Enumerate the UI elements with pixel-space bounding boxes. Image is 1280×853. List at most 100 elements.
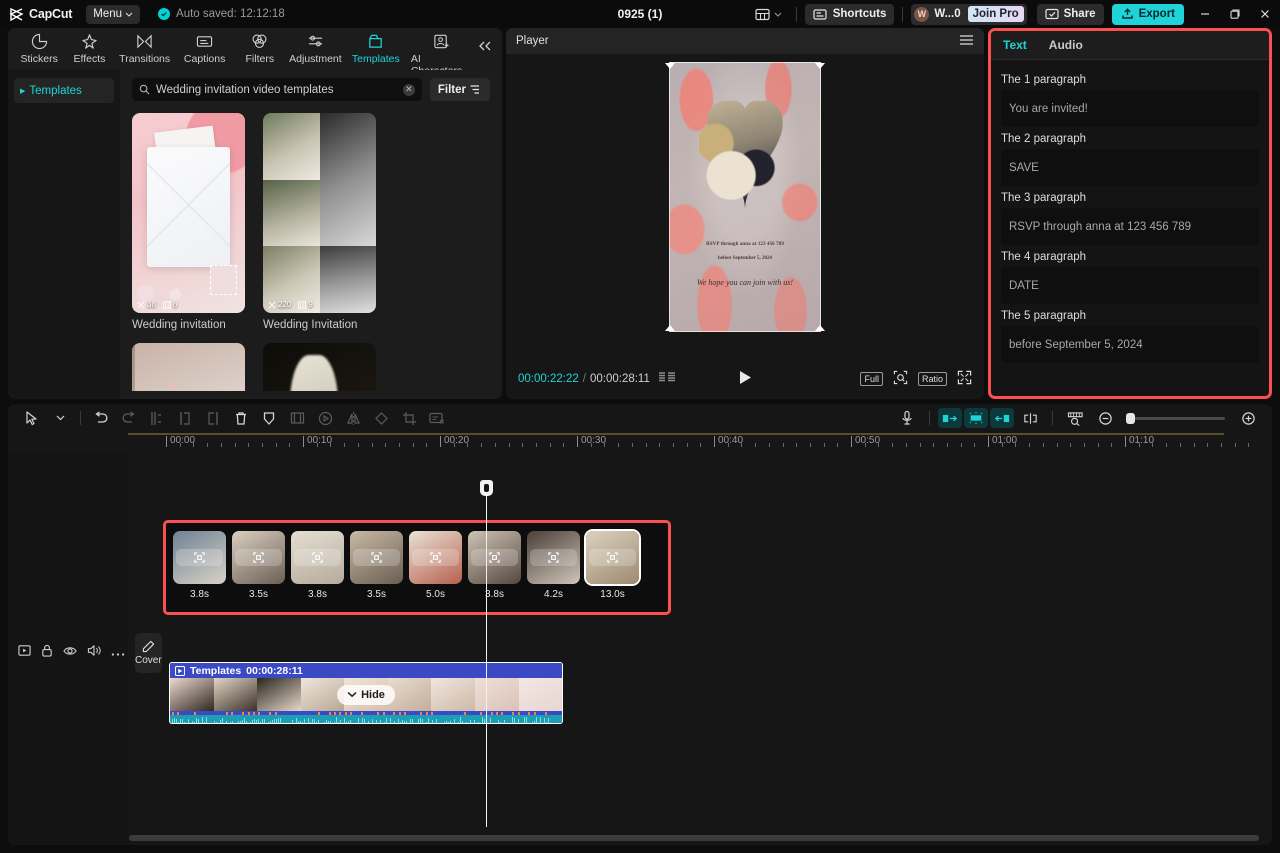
shortcuts-button[interactable]: Shortcuts (805, 4, 895, 25)
close-button[interactable] (1250, 0, 1280, 28)
playhead[interactable] (486, 482, 487, 827)
crop-frame-button[interactable] (283, 404, 311, 432)
maximize-button[interactable] (1220, 0, 1250, 28)
link-clips-button[interactable] (1016, 404, 1044, 432)
clip-thumbnail[interactable] (350, 531, 403, 584)
video-preview[interactable]: RSVP through anna at 123 456 789 before … (669, 62, 821, 332)
nav-tab-stickers[interactable]: Stickers (14, 28, 64, 65)
clip-thumbnail[interactable] (586, 531, 639, 584)
freeze-frame-button[interactable] (255, 404, 283, 432)
share-button[interactable]: Share (1037, 4, 1104, 25)
replace-clip-button[interactable] (412, 549, 459, 566)
collapse-panel-button[interactable] (478, 28, 502, 57)
cursor-options-button[interactable] (46, 404, 74, 432)
template-clip-group[interactable]: 3.8s3.5s3.8s3.5s5.0s3.8s4.2s13.0s (163, 520, 671, 615)
ratio-button[interactable]: Ratio (918, 372, 947, 386)
timeline-horizontal-scrollbar[interactable] (129, 835, 1259, 841)
filter-button[interactable]: Filter (430, 78, 490, 101)
timeline-clip[interactable]: 3.5s (232, 531, 285, 600)
audio-waveform-strip[interactable] (170, 715, 562, 724)
delete-button[interactable] (227, 404, 255, 432)
rotate-button[interactable] (367, 404, 395, 432)
zoom-in-button[interactable] (1234, 404, 1262, 432)
search-box[interactable]: ✕ (132, 78, 422, 101)
undo-button[interactable] (87, 404, 115, 432)
zoom-slider-handle[interactable] (1126, 413, 1135, 424)
crop-button[interactable] (395, 404, 423, 432)
timeline-zoom-fit-button[interactable] (1061, 404, 1089, 432)
template-card[interactable]: Wedding (263, 343, 376, 391)
timeline-ruler[interactable]: 00:0000:1000:2000:3000:4000:5001:0001:10 (128, 432, 1272, 452)
template-thumbnail[interactable]: Wedding (263, 343, 376, 391)
redo-button[interactable] (115, 404, 143, 432)
timeline-clip[interactable]: 3.5s (350, 531, 403, 600)
nav-tab-templates[interactable]: Templates (346, 28, 406, 65)
paragraph-input-5[interactable]: before September 5, 2024 (1001, 326, 1259, 363)
track-visibility-button[interactable] (63, 644, 77, 662)
template-thumbnail[interactable]: 220 9 (263, 113, 376, 313)
replace-clip-button[interactable] (176, 549, 223, 566)
sidebar-item-templates[interactable]: ▶ Templates (14, 78, 114, 103)
caption-remove-button[interactable] (423, 404, 451, 432)
nav-tab-effects[interactable]: Effects (64, 28, 114, 65)
speed-button[interactable] (311, 404, 339, 432)
track-lock-button[interactable] (41, 644, 53, 662)
template-thumbnail[interactable]: 38 8 (132, 113, 245, 313)
replace-clip-button[interactable] (471, 549, 518, 566)
paragraph-input-1[interactable]: You are invited! (1001, 90, 1259, 127)
export-button[interactable]: Export (1112, 4, 1184, 25)
template-card[interactable]: 38 8 Wedding invitation (132, 113, 245, 331)
timeline-clip[interactable]: 4.2s (527, 531, 580, 600)
clip-thumbnail[interactable] (173, 531, 226, 584)
hide-track-button[interactable]: Hide (337, 685, 395, 705)
replace-clip-button[interactable] (294, 549, 341, 566)
nav-tab-transitions[interactable]: Transitions (115, 28, 175, 65)
replace-clip-button[interactable] (353, 549, 400, 566)
clip-thumbnail[interactable] (468, 531, 521, 584)
auto-adjust-button[interactable] (964, 408, 988, 428)
timeline-clip[interactable]: 3.8s (173, 531, 226, 600)
paragraph-input-2[interactable]: SAVE (1001, 149, 1259, 186)
template-card[interactable] (132, 343, 245, 391)
full-quality-button[interactable]: Full (860, 372, 883, 386)
clear-search-icon[interactable]: ✕ (403, 84, 415, 96)
minimize-button[interactable] (1190, 0, 1220, 28)
search-input[interactable] (156, 84, 397, 96)
clip-thumbnail[interactable] (409, 531, 462, 584)
account-button[interactable]: W W...0 Join Pro (911, 4, 1026, 25)
template-thumbnail[interactable] (132, 343, 245, 391)
clip-thumbnail[interactable] (527, 531, 580, 584)
replace-clip-button[interactable] (589, 549, 636, 566)
timeline-clip[interactable]: 3.8s (468, 531, 521, 600)
replace-clip-button[interactable] (235, 549, 282, 566)
split-button[interactable] (143, 404, 171, 432)
menu-button[interactable]: Menu (86, 5, 140, 24)
trim-left-button[interactable] (171, 404, 199, 432)
nav-tab-captions[interactable]: Captions (175, 28, 235, 65)
auto-cut-out-button[interactable] (990, 408, 1014, 428)
tab-audio[interactable]: Audio (1049, 38, 1083, 52)
layout-switcher-button[interactable] (749, 8, 788, 21)
timecode-format-button[interactable] (658, 372, 676, 386)
join-pro-button[interactable]: Join Pro (968, 6, 1024, 22)
timeline-clip[interactable]: 13.0s (586, 531, 639, 600)
track-more-options-button[interactable] (111, 644, 125, 662)
templates-track[interactable]: Templates 00:00:28:11 Hide (169, 662, 563, 724)
replace-clip-button[interactable] (530, 549, 577, 566)
nav-tab-adjustment[interactable]: Adjustment (285, 28, 346, 65)
cover-button[interactable]: Cover (135, 633, 162, 673)
nav-tab-filters[interactable]: Filters (235, 28, 285, 65)
auto-cut-in-button[interactable] (938, 408, 962, 428)
clip-thumbnail[interactable] (232, 531, 285, 584)
mirror-button[interactable] (339, 404, 367, 432)
track-mute-button[interactable] (87, 644, 101, 662)
timeline-clip[interactable]: 3.8s (291, 531, 344, 600)
clip-thumbnail[interactable] (291, 531, 344, 584)
record-voiceover-button[interactable] (893, 404, 921, 432)
playhead-handle[interactable] (480, 480, 493, 496)
zoom-out-button[interactable] (1091, 404, 1119, 432)
track-thumbnail-toggle-button[interactable] (18, 644, 31, 662)
timeline-clip[interactable]: 5.0s (409, 531, 462, 600)
player-menu-button[interactable] (959, 34, 974, 49)
trim-right-button[interactable] (199, 404, 227, 432)
